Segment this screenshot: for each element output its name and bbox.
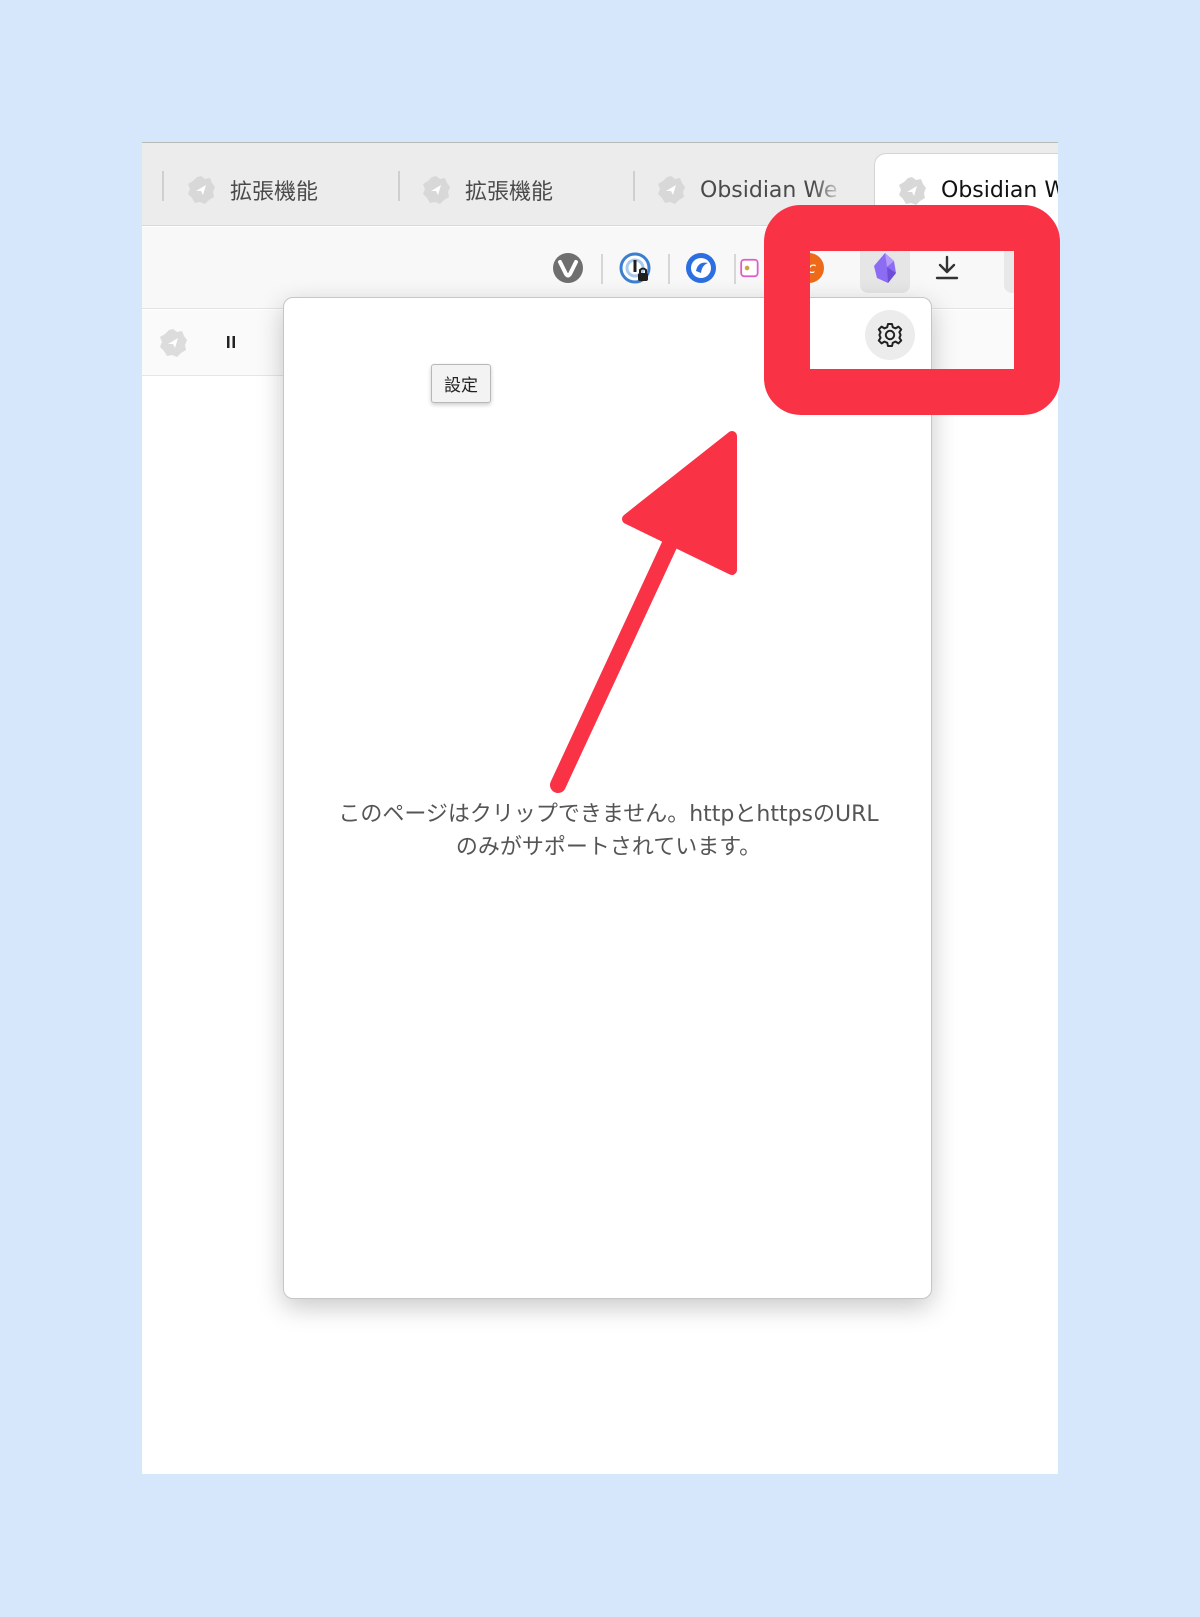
tab-title-fade [814,153,844,227]
extension-favicon-icon [186,175,216,205]
gear-icon [877,323,903,347]
tc-extension-icon[interactable]: tc [788,247,830,289]
tab-label: 拡張機能 [465,180,554,205]
toolbar-separator [601,254,603,284]
toolbar-separator [734,254,736,284]
profile-icon[interactable] [1004,243,1058,293]
tab-extensions-2[interactable]: 拡張機能 [399,153,611,227]
tab-label: 拡張機能 [230,180,319,205]
tab-obsidian-web-clipper-active[interactable]: Obsidian W [874,153,1058,227]
password-manager-icon[interactable] [614,247,656,289]
toolbar-separator [668,254,670,284]
settings-tooltip: 設定 [431,364,491,403]
pause-icon[interactable] [226,334,236,350]
extension-favicon-icon [656,175,686,205]
web-clipper-popup: 設定 このページはクリップできません。httpとhttpsのURL のみがサポー… [283,297,932,1299]
extension-favicon-icon [897,176,927,206]
settings-button[interactable] [865,310,915,360]
bookmark-favicon-icon[interactable] [158,328,188,362]
blue-extension-icon[interactable] [680,247,722,289]
tab-obsidian-web-clipper-1[interactable]: Obsidian We [634,153,844,227]
extension-favicon-icon [421,175,451,205]
download-icon[interactable] [926,247,968,289]
message-line-2: のみがサポートされています。 [455,835,762,860]
tab-label: Obsidian W [941,178,1058,203]
tab-strip: 拡張機能 拡張機能 Obsidian We Obsidian W [142,143,1058,227]
vivaldi-icon[interactable] [547,247,589,289]
tc-label: tc [802,259,817,277]
message-line-1: このページはクリップできません。httpとhttpsのURL [338,802,879,827]
obsidian-clipper-icon[interactable] [860,243,910,293]
tab-extensions-1[interactable]: 拡張機能 [164,153,376,227]
pink-extension-icon[interactable] [740,247,760,289]
unsupported-page-message: このページはクリップできません。httpとhttpsのURL のみがサポートされ… [304,798,913,864]
browser-window: 拡張機能 拡張機能 Obsidian We Obsidian W tc 設定 こ… [142,142,1058,1474]
